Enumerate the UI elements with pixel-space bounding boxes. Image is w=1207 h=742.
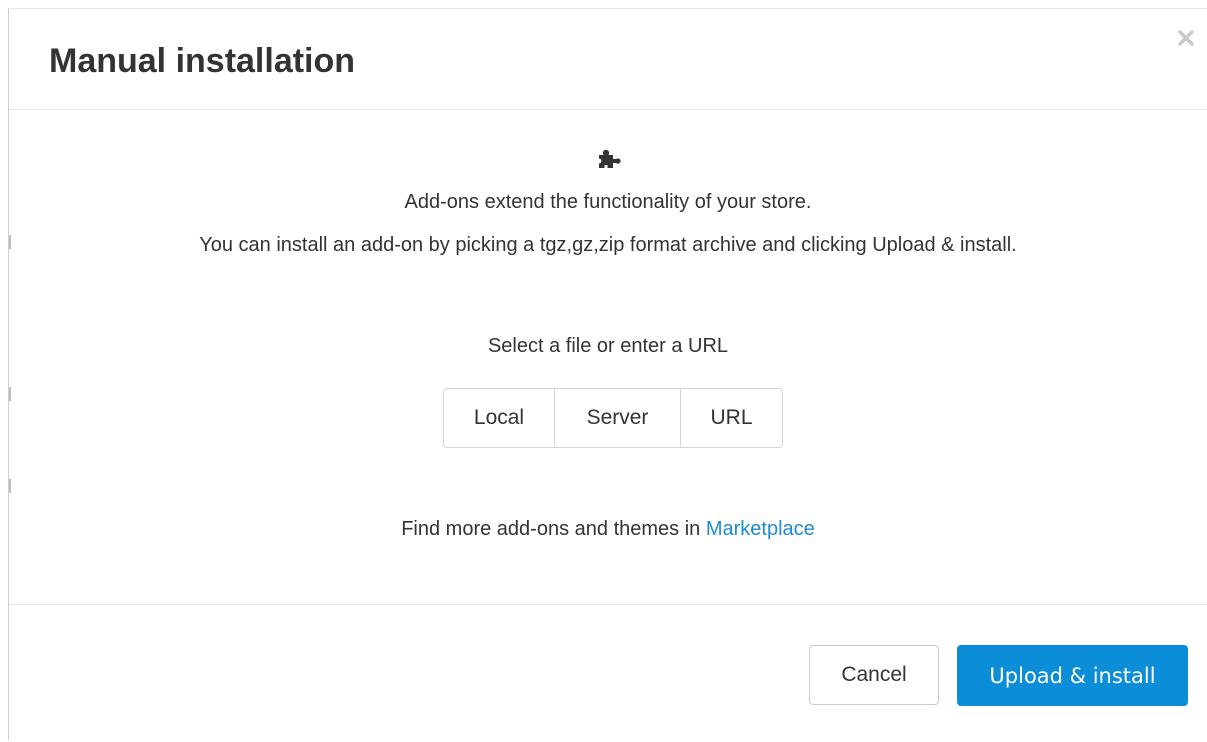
url-source-button[interactable]: URL — [681, 389, 782, 447]
manual-installation-dialog: Manual installation Add-ons extend the f… — [8, 8, 1207, 740]
source-selector: Local Server URL — [443, 388, 783, 448]
server-source-button[interactable]: Server — [555, 389, 681, 447]
description-line-2: You can install an add-on by picking a t… — [199, 234, 1017, 256]
dialog-header: Manual installation — [9, 9, 1207, 110]
upload-install-button[interactable]: Upload & install — [957, 645, 1188, 706]
puzzle-piece-icon — [596, 148, 627, 170]
dialog-footer: Cancel Upload & install — [9, 604, 1207, 742]
close-icon[interactable] — [1175, 27, 1197, 49]
marketplace-hint: Find more add-ons and themes in Marketpl… — [9, 517, 1207, 541]
dialog-body: Add-ons extend the functionality of your… — [9, 110, 1207, 604]
marketplace-prefix: Find more add-ons and themes in — [401, 518, 706, 540]
description-line-1: Add-ons extend the functionality of your… — [404, 191, 812, 213]
cancel-button[interactable]: Cancel — [809, 645, 939, 705]
marketplace-link[interactable]: Marketplace — [706, 518, 815, 540]
dialog-title: Manual installation — [49, 42, 356, 80]
select-source-label: Select a file or enter a URL — [487, 335, 729, 357]
local-source-button[interactable]: Local — [444, 389, 555, 447]
